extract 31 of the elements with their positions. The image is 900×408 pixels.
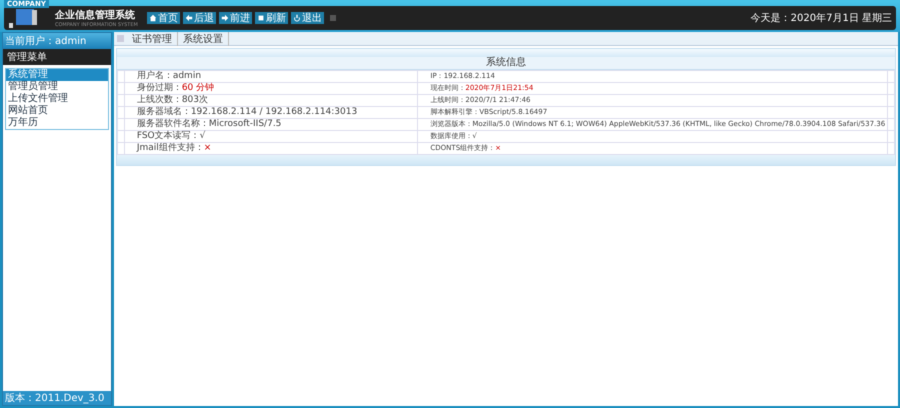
menu-item[interactable]: 上传文件管理	[6, 93, 108, 105]
left-arrow-icon	[184, 14, 193, 22]
menu-title: 管理菜单	[3, 49, 111, 65]
nav-button[interactable]: 刷新	[254, 12, 288, 24]
right-arrow-icon	[220, 14, 229, 22]
nav-button[interactable]: 前进	[218, 12, 252, 24]
menu-item[interactable]: 系统管理	[6, 69, 108, 81]
info-cell: 上线次数：803次	[124, 94, 418, 106]
nav-button[interactable]: 首页	[146, 12, 180, 24]
info-cell: 服务器域名：192.168.2.114 / 192.168.2.114:3013	[124, 106, 418, 118]
tab[interactable]: 系统设置	[178, 32, 229, 46]
menu-item[interactable]: 管理员管理	[6, 81, 108, 93]
current-user-bar: 当前用户：admin	[3, 33, 111, 49]
menu-item[interactable]: 万年历	[6, 117, 108, 129]
panel-title: 系统信息	[117, 57, 895, 70]
tab[interactable]: 证书管理	[127, 32, 178, 46]
nav-button[interactable]: 后退	[182, 12, 216, 24]
home-icon	[148, 14, 157, 22]
menu-item[interactable]: 网站首页	[6, 105, 108, 117]
info-cell: 身份过期：60 分钟	[124, 82, 418, 94]
square-icon	[117, 35, 124, 42]
nav-button[interactable]: 退出	[290, 12, 324, 24]
power-icon	[292, 14, 301, 22]
info-cell: 服务器软件名称：Microsoft-IIS/7.5	[124, 118, 418, 130]
square-icon[interactable]	[330, 15, 336, 21]
date-text: 今天是：2020年7月1日 星期三	[750, 12, 892, 25]
info-cell: 用户名：admin	[124, 70, 418, 82]
version-text: 版本：2011.Dev_3.0	[3, 391, 111, 405]
system-title: 企业信息管理系统	[55, 8, 136, 22]
info-cell: FSO文本读写：√	[124, 130, 418, 142]
monitor-icon	[8, 7, 38, 29]
